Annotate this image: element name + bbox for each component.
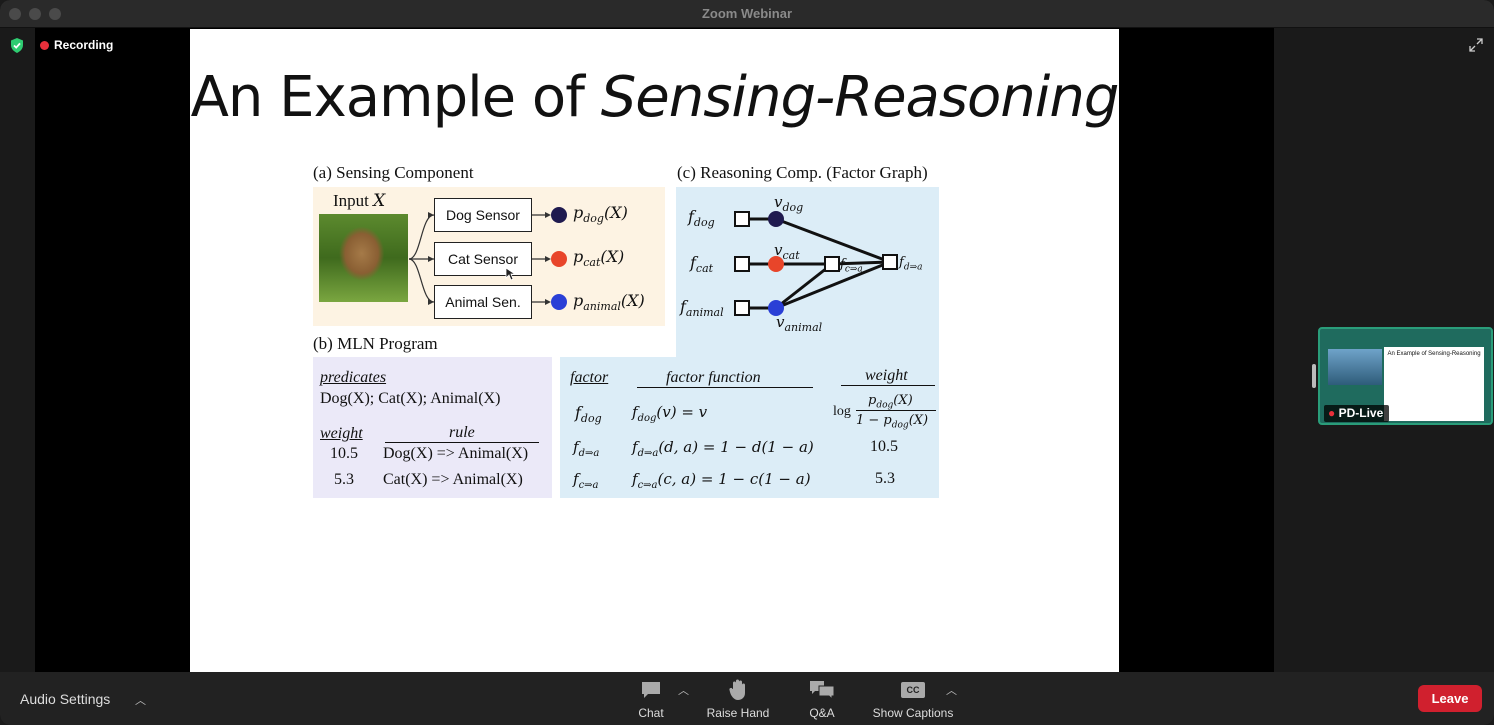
shared-slide: An Example of Sensing-Reasoning (a) Sens… [190,29,1119,672]
participant-video-thumbnail[interactable]: An Example of Sensing-Reasoning ● PD-Liv… [1318,327,1493,425]
predicates-list: Dog(X); Cat(X); Animal(X) [320,390,501,407]
recording-indicator[interactable]: Recording [40,38,113,52]
v-animal-label: vanimal [776,313,823,334]
qa-icon [810,681,835,700]
meeting-toolbar: Audio Settings ︿ Chat ︿ Raise Hand Q&A C… [0,672,1494,725]
p-cat-output: pcat(X) [573,247,625,270]
sensing-component-panel: Input X Dog Sensor Cat Sensor Animal Sen… [313,187,665,326]
window-title: Zoom Webinar [701,6,793,21]
p-animal-output: panimal(X) [573,291,645,314]
factor-col-header: factor [570,369,609,386]
v-dog-label: vdog [774,193,804,214]
row2-factor: fd⇒a [573,438,600,459]
raise-hand-label: Raise Hand [706,706,770,720]
p-dog-output: pdog(X) [573,203,628,226]
function-header-underline [637,387,813,388]
factor-graph-panel: fdog fcat fanimal vdog vcat vanimal fc⇒a… [676,187,939,357]
row3-weight: 5.3 [875,470,895,487]
f-animal-label: fanimal [680,297,724,320]
row3-function: fc⇒a(c, a) = 1 − c(1 − a) [632,470,811,491]
rule-header-underline [385,442,539,443]
rule-2-weight: 5.3 [334,471,354,488]
qa-button[interactable]: Q&A [800,678,844,720]
panel-b-heading: (b) MLN Program [313,334,438,353]
closed-captions-icon: CC [901,682,925,698]
zoom-window: Zoom Webinar Recording An Example of Sen… [0,0,1494,725]
row1-weight: log pdog(X) 1 − pdog(X) [832,393,942,433]
f-d-implies-a-label: fd⇒a [899,255,923,273]
animal-sensor-box: Animal Sen. [434,285,532,319]
raise-hand-button[interactable]: Raise Hand [703,678,773,720]
participant-name-tag: ● PD-Live [1324,405,1390,422]
chat-icon [642,682,660,698]
function-col-header: factor function [666,369,761,386]
rule-header: rule [449,424,475,441]
f-c-implies-a-label: fc⇒a [840,257,863,275]
f-cat-label: fcat [690,253,714,276]
row3-factor: fc⇒a [573,470,599,491]
recording-dot-icon [40,40,49,50]
row2-function: fd⇒a(d, a) = 1 − d(1 − a) [632,438,814,459]
title-bar: Zoom Webinar [0,0,1494,28]
audio-settings-button[interactable]: Audio Settings [20,691,110,707]
factor-table-panel: factor factor function weight fdog fdog(… [560,357,939,498]
participant-video [1328,349,1382,385]
recording-label: Recording [54,38,114,52]
show-captions-button[interactable]: CC Show Captions [868,678,958,720]
mini-slide-preview: An Example of Sensing-Reasoning [1384,347,1484,421]
dog-sensor-box: Dog Sensor [434,198,532,232]
row1-function: fdog(v) = v [632,403,708,424]
shield-check-icon[interactable] [10,38,24,53]
f-dog-label: fdog [688,207,715,230]
rule-1-weight: 10.5 [330,445,358,462]
thumbnail-drag-handle[interactable] [1312,364,1316,388]
qa-label: Q&A [809,706,835,720]
show-captions-label: Show Captions [872,706,954,720]
cat-output-node [551,251,567,267]
participant-name: PD-Live [1338,406,1384,420]
mouse-cursor-icon [505,267,517,281]
mini-slide-title: An Example of Sensing-Reasoning [1387,351,1481,357]
rule-1-text: Dog(X) => Animal(X) [383,445,529,462]
muted-mic-icon: ● [1328,406,1336,420]
panel-c-heading: (c) Reasoning Comp. (Factor Graph) [677,163,928,182]
left-strip [0,28,35,673]
leave-button[interactable]: Leave [1418,685,1482,712]
panel-a-heading: (a) Sensing Component [313,163,474,182]
chat-caret-icon[interactable]: ︿ [678,682,689,698]
mln-program-panel: predicates Dog(X); Cat(X); Animal(X) wei… [313,357,552,498]
row2-weight: 10.5 [870,438,898,455]
row1-factor: fdog [575,403,602,426]
v-cat-label: vcat [774,241,800,262]
animal-output-node [551,294,567,310]
raise-hand-icon [729,679,745,700]
weight-col-header: weight [865,367,908,384]
captions-caret-icon[interactable]: ︿ [946,682,957,698]
rule-2-text: Cat(X) => Animal(X) [383,471,523,488]
audio-settings-caret-icon[interactable]: ︿ [135,692,146,708]
cat-sensor-box: Cat Sensor [434,242,532,276]
weight-header-underline [841,385,935,386]
chat-label: Chat [638,706,664,720]
slide-title: An Example of Sensing-Reasoning [190,65,1120,130]
weight-header: weight [320,425,363,442]
predicates-header: predicates [320,369,387,386]
dog-output-node [551,207,567,223]
expand-icon[interactable] [1469,38,1483,52]
chat-button[interactable]: Chat [630,678,672,720]
